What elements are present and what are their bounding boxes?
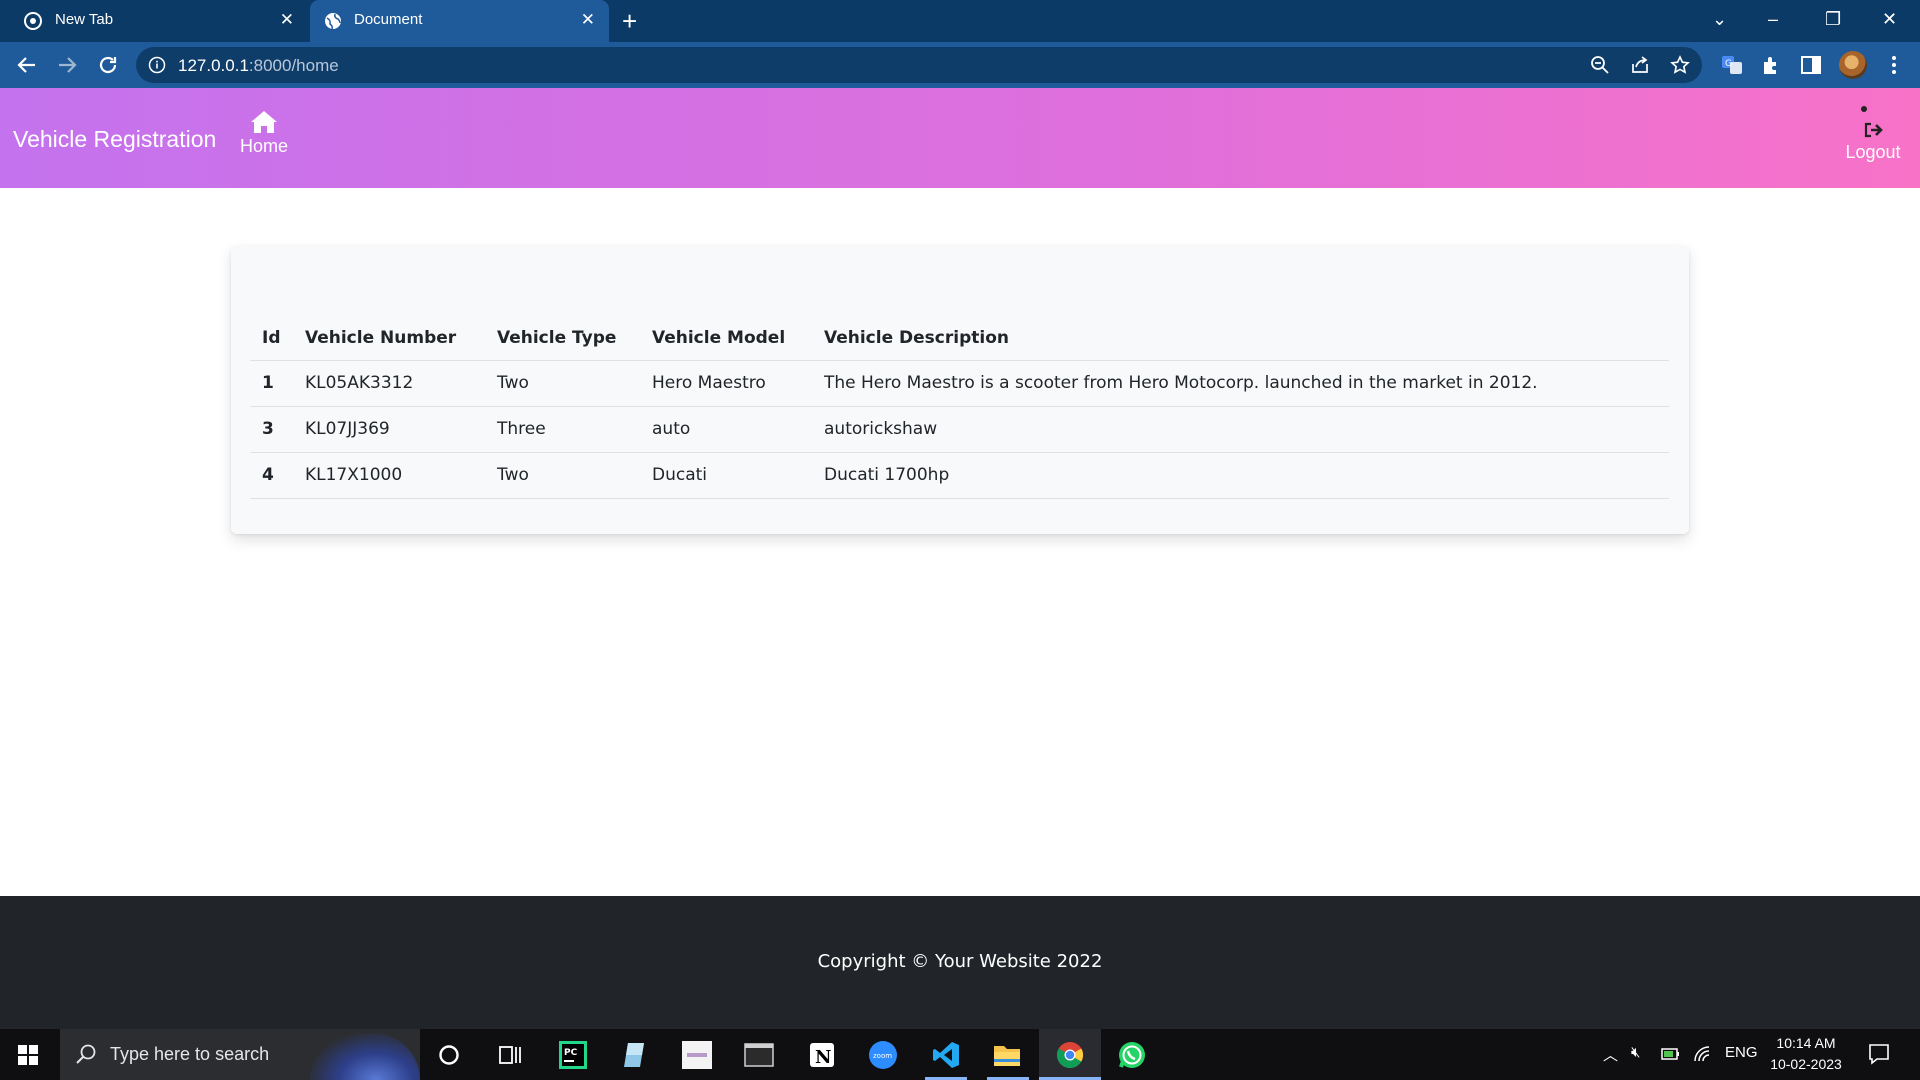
- cell-vehicle-description: The Hero Maestro is a scooter from Hero …: [812, 360, 1669, 407]
- bookmark-star-icon[interactable]: [1670, 55, 1690, 75]
- search-icon: [76, 1044, 96, 1064]
- column-header-id: Id: [250, 316, 293, 361]
- url-text: 127.0.0.1:8000/home: [178, 56, 339, 76]
- svg-text:PC: PC: [564, 1048, 578, 1058]
- new-tab-button[interactable]: +: [622, 8, 637, 34]
- menu-icon[interactable]: [1882, 53, 1906, 77]
- address-bar[interactable]: 127.0.0.1:8000/home: [136, 47, 1702, 83]
- tab-new-tab[interactable]: New Tab ✕: [0, 0, 308, 42]
- notifications-icon[interactable]: [1868, 1043, 1890, 1065]
- battery-icon[interactable]: [1661, 1045, 1681, 1063]
- cell-vehicle-type: Two: [485, 452, 640, 499]
- nav-logout-link[interactable]: Logout: [1838, 106, 1908, 163]
- globe-icon: [325, 13, 341, 30]
- zoom-icon[interactable]: zoom: [868, 1040, 898, 1070]
- cell-id: 4: [250, 452, 293, 499]
- column-header-vehicle-model: Vehicle Model: [640, 316, 812, 361]
- nav-home-link[interactable]: Home: [238, 110, 290, 157]
- column-header-vehicle-description: Vehicle Description: [812, 316, 1669, 361]
- close-tab-icon[interactable]: ✕: [581, 11, 595, 29]
- cell-vehicle-type: Three: [485, 406, 640, 453]
- column-header-vehicle-number: Vehicle Number: [293, 316, 485, 361]
- cell-vehicle-description: autorickshaw: [812, 406, 1669, 453]
- extensions-icon[interactable]: [1760, 53, 1784, 77]
- search-highlight-art: [310, 1033, 420, 1080]
- home-icon: [251, 111, 277, 133]
- system-clock[interactable]: 10:14 AM 10-02-2023: [1768, 1033, 1844, 1075]
- app-icon[interactable]: [682, 1040, 712, 1070]
- taskbar-search-box[interactable]: Type here to search: [60, 1029, 420, 1080]
- site-footer: Copyright © Your Website 2022: [0, 896, 1920, 1029]
- task-view-icon[interactable]: [495, 1040, 525, 1070]
- cell-id: 1: [250, 360, 293, 407]
- url-path: :8000/home: [248, 56, 339, 75]
- cell-vehicle-number: KL17X1000: [293, 452, 485, 499]
- nav-home-label: Home: [239, 136, 288, 156]
- nav-logout-label: Logout: [1845, 142, 1901, 162]
- restore-button[interactable]: ❐: [1825, 6, 1841, 32]
- vehicle-table-card: Id Vehicle Number Vehicle Type Vehicle M…: [231, 246, 1689, 534]
- close-window-button[interactable]: ✕: [1882, 6, 1897, 32]
- cell-id: 3: [250, 406, 293, 453]
- reload-icon[interactable]: [96, 53, 120, 77]
- show-hidden-icons-icon[interactable]: ︿: [1603, 1044, 1618, 1065]
- pycharm-icon[interactable]: PC: [558, 1040, 588, 1070]
- share-icon[interactable]: [1630, 55, 1650, 75]
- clock-time: 10:14 AM: [1776, 1035, 1836, 1051]
- tab-title: New Tab: [55, 11, 114, 28]
- windows-start-icon[interactable]: [18, 1045, 38, 1065]
- tab-search-icon[interactable]: ⌄: [1712, 6, 1727, 32]
- svg-text:G: G: [1725, 59, 1732, 69]
- cell-vehicle-type: Two: [485, 360, 640, 407]
- close-tab-icon[interactable]: ✕: [280, 11, 294, 29]
- zoom-icon[interactable]: [1590, 55, 1610, 75]
- cell-vehicle-number: KL07JJ369: [293, 406, 485, 453]
- site-navbar: Vehicle Registration Home Logout: [0, 88, 1920, 188]
- notion-icon[interactable]: N: [807, 1040, 837, 1070]
- browser-tabstrip: New Tab ✕ Document ✕ + ⌄ – ❐ ✕: [0, 0, 1920, 42]
- language-indicator[interactable]: ENG: [1725, 1044, 1758, 1061]
- cell-vehicle-model: Hero Maestro: [640, 360, 812, 407]
- translate-icon[interactable]: G: [1720, 53, 1744, 77]
- windows-taskbar: Type here to search PC N zoom ︿ 🔇︎ ENG 1…: [0, 1029, 1920, 1080]
- table-row: 4 KL17X1000 Two Ducati Ducati 1700hp: [250, 452, 1669, 499]
- cortana-icon[interactable]: [434, 1040, 464, 1070]
- svg-text:N: N: [815, 1047, 831, 1068]
- whatsapp-icon[interactable]: [1117, 1040, 1147, 1070]
- chrome-icon[interactable]: [1055, 1040, 1085, 1070]
- profile-avatar[interactable]: [1839, 51, 1867, 79]
- clock-date: 10-02-2023: [1770, 1056, 1842, 1072]
- table-row: 3 KL07JJ369 Three auto autorickshaw: [250, 406, 1669, 453]
- copyright-text: Copyright © Your Website 2022: [817, 951, 1103, 972]
- browser-toolbar: 127.0.0.1:8000/home G: [0, 42, 1920, 88]
- cell-vehicle-model: auto: [640, 406, 812, 453]
- forward-icon[interactable]: [55, 53, 79, 77]
- tab-title: Document: [354, 11, 423, 28]
- cell-vehicle-model: Ducati: [640, 452, 812, 499]
- table-header-row: Id Vehicle Number Vehicle Type Vehicle M…: [250, 316, 1669, 361]
- tab-document[interactable]: Document ✕: [310, 0, 609, 42]
- table-row: 1 KL05AK3312 Two Hero Maestro The Hero M…: [250, 360, 1669, 407]
- svg-text:zoom: zoom: [873, 1052, 892, 1060]
- back-icon[interactable]: [15, 53, 39, 77]
- bullet-dot: [1861, 106, 1867, 112]
- logout-icon: [1864, 122, 1883, 138]
- wifi-icon[interactable]: [1693, 1045, 1713, 1063]
- vehicle-table: Id Vehicle Number Vehicle Type Vehicle M…: [250, 316, 1669, 499]
- app-icon[interactable]: [620, 1040, 650, 1070]
- file-explorer-icon[interactable]: [992, 1040, 1022, 1070]
- brand-title[interactable]: Vehicle Registration: [13, 126, 216, 153]
- search-placeholder: Type here to search: [110, 1044, 270, 1064]
- side-panel-icon[interactable]: [1799, 53, 1823, 77]
- volume-muted-icon[interactable]: 🔇︎: [1631, 1044, 1640, 1061]
- cell-vehicle-description: Ducati 1700hp: [812, 452, 1669, 499]
- vscode-icon[interactable]: [931, 1040, 961, 1070]
- site-info-icon[interactable]: [148, 56, 166, 74]
- minimize-button[interactable]: –: [1768, 6, 1778, 32]
- terminal-icon[interactable]: [744, 1040, 774, 1070]
- column-header-vehicle-type: Vehicle Type: [485, 316, 640, 361]
- url-host: 127.0.0.1: [178, 56, 249, 75]
- chrome-icon: [24, 12, 42, 30]
- cell-vehicle-number: KL05AK3312: [293, 360, 485, 407]
